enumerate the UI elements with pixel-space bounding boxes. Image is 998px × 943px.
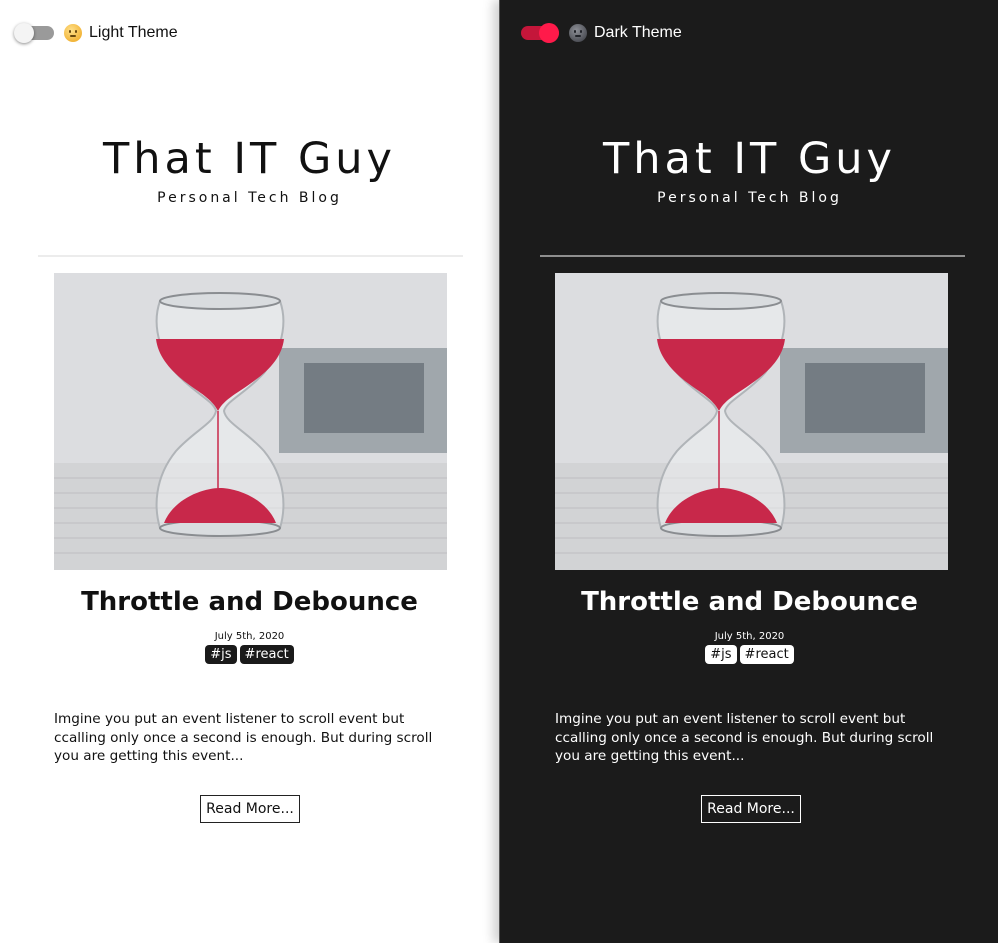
header-divider (38, 255, 463, 257)
site-subtitle: Personal Tech Blog (657, 190, 842, 206)
theme-toggle-row: Dark Theme (521, 21, 682, 45)
post-date: July 5th, 2020 (214, 631, 285, 642)
theme-label: Light Theme (89, 24, 178, 41)
site-title[interactable]: That IT Guy (500, 131, 998, 187)
post-date: July 5th, 2020 (714, 631, 785, 642)
tag-js[interactable]: #js (205, 645, 237, 664)
post-excerpt: Imgine you put an event listener to scro… (54, 711, 433, 764)
moon-emoji-icon (569, 24, 587, 42)
tag-react[interactable]: #react (739, 645, 794, 664)
theme-label: Dark Theme (594, 24, 682, 41)
read-more-button[interactable]: Read More... (200, 795, 300, 823)
smiling-sun-emoji-icon (64, 24, 82, 42)
post-title[interactable]: Throttle and Debounce (500, 584, 998, 620)
theme-toggle-row: Light Theme (14, 21, 178, 45)
theme-toggle-switch[interactable] (521, 22, 559, 44)
post-excerpt: Imgine you put an event listener to scro… (555, 711, 934, 764)
post-image-hourglass[interactable] (54, 273, 447, 570)
tag-js[interactable]: #js (705, 645, 737, 664)
site-title[interactable]: That IT Guy (0, 131, 499, 187)
post-tags: #js #react (0, 645, 499, 664)
post-image-hourglass[interactable] (555, 273, 948, 570)
read-more-button[interactable]: Read More... (701, 795, 801, 823)
toggle-knob (539, 23, 559, 43)
site-subtitle: Personal Tech Blog (157, 190, 342, 206)
header-divider (540, 255, 965, 257)
light-theme-panel: Light Theme That IT Guy Personal Tech Bl… (0, 0, 499, 943)
post-tags: #js #react (500, 645, 998, 664)
toggle-knob (14, 23, 34, 43)
post-title[interactable]: Throttle and Debounce (0, 584, 499, 620)
dark-theme-panel: Dark Theme That IT Guy Personal Tech Blo… (499, 0, 998, 943)
tag-react[interactable]: #react (239, 645, 294, 664)
theme-toggle-switch[interactable] (14, 22, 54, 44)
